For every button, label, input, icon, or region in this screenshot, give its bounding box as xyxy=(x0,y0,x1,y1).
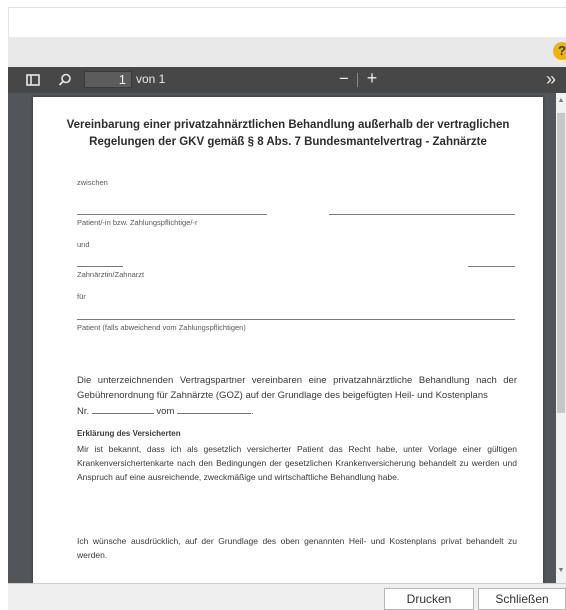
fuer-label: für xyxy=(77,292,86,301)
print-button[interactable]: Drucken xyxy=(384,588,474,610)
declaration-text: Mir ist bekannt, dass ich als gesetzlich… xyxy=(77,444,517,482)
page-number-input[interactable]: 1 xyxy=(84,71,132,88)
pdf-page: Vereinbarung einer privatzahnärztlichen … xyxy=(33,97,543,583)
scroll-down-icon[interactable]: ▼ xyxy=(556,567,566,574)
search-icon[interactable] xyxy=(57,72,73,88)
help-icon[interactable]: ? xyxy=(553,42,566,60)
close-button[interactable]: Schließen xyxy=(478,588,566,610)
agreement-text-content: Die unterzeichnenden Vertragspartner ver… xyxy=(77,375,517,401)
nr-label: Nr. xyxy=(77,406,90,417)
pdf-toolbar: 1 von 1 − + » xyxy=(8,67,566,93)
dentist-label: Zahnärztin/Zahnarzt xyxy=(77,270,145,279)
dentist-line-left xyxy=(77,266,123,267)
patient-alt-line xyxy=(77,319,515,320)
wish-text: Ich wünsche ausdrücklich, auf der Grundl… xyxy=(77,536,517,560)
dentist-line-right xyxy=(468,266,515,267)
section-heading: Erklärung des Versicherten xyxy=(77,429,181,438)
plan-date-blank xyxy=(177,403,252,414)
window-top-bar xyxy=(8,7,566,37)
patient-signature-line-left xyxy=(77,214,267,215)
page-count: von 1 xyxy=(136,72,166,86)
und-label: und xyxy=(77,240,90,249)
scroll-up-icon[interactable]: ▲ xyxy=(556,97,566,104)
patient-signature-line-right xyxy=(329,214,515,215)
sidebar-toggle-icon[interactable] xyxy=(25,72,41,88)
toolbar-divider xyxy=(357,73,358,87)
more-tools-button[interactable]: » xyxy=(546,69,556,90)
zoom-out-button[interactable]: − xyxy=(337,69,351,89)
document-title-line-2: Regelungen der GKV gemäß § 8 Abs. 7 Bund… xyxy=(89,136,487,148)
dialog-header xyxy=(8,37,566,67)
agreement-text: Die unterzeichnenden Vertragspartner ver… xyxy=(77,373,517,419)
plan-number-blank xyxy=(91,403,154,414)
sentence-period: . xyxy=(251,406,254,417)
patient-alt-label: Patient (falls abweichend vom Zahlungspf… xyxy=(77,323,246,332)
dialog-footer: Drucken Schließen xyxy=(8,583,566,610)
document-title: Vereinbarung einer privatzahnärztlichen … xyxy=(33,117,543,151)
vertical-scrollbar[interactable]: ▲ ▼ xyxy=(556,93,566,583)
zoom-in-button[interactable]: + xyxy=(365,68,379,89)
zwischen-label: zwischen xyxy=(77,178,108,187)
pdf-viewer[interactable]: Vereinbarung einer privatzahnärztlichen … xyxy=(8,93,556,583)
patient-label: Patient/-in bzw. Zahlungspflichtige/-r xyxy=(77,218,198,227)
vom-label: vom xyxy=(156,406,175,417)
scrollbar-thumb[interactable] xyxy=(557,113,565,413)
document-title-line-1: Vereinbarung einer privatzahnärztlichen … xyxy=(66,119,510,131)
